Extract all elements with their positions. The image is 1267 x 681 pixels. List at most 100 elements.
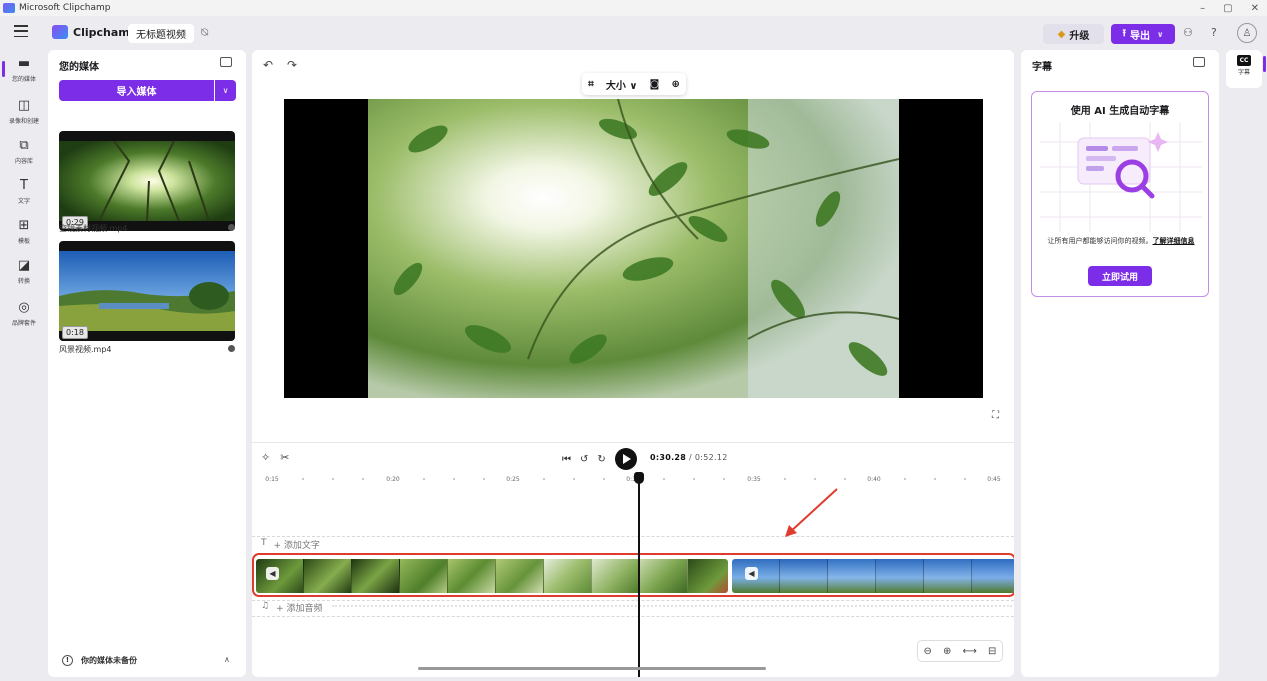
ruler-dot: [814, 478, 816, 480]
export-label: 导出: [1130, 30, 1150, 42]
scissors-icon[interactable]: ✂: [280, 451, 289, 464]
export-button[interactable]: ⭱ 导出 ∨: [1111, 24, 1175, 44]
rail-item-camera[interactable]: ◫ 录像和创建: [0, 98, 48, 125]
captions-panel: 字幕 使用 AI 生成自动字幕 让所有用户都能够访问你的视频。了解详细信息 立即…: [1021, 50, 1219, 677]
landscape-thumbnail: [59, 251, 235, 331]
ruler-tick-label: 0:20: [386, 476, 400, 483]
redo-icon[interactable]: ↷: [287, 58, 297, 72]
video-preview[interactable]: [284, 99, 983, 398]
upgrade-button[interactable]: ◆ 升级: [1043, 24, 1104, 44]
rail-item-library[interactable]: ⧉ 内容库: [0, 138, 48, 165]
video-clip-1[interactable]: [256, 559, 728, 593]
chevron-down-icon: ∨: [1157, 29, 1164, 39]
maximize-button[interactable]: ▢: [1223, 3, 1232, 14]
forward-5s-icon[interactable]: ↻: [597, 454, 605, 465]
media-filename: 风景视频.mp4: [59, 345, 112, 354]
help-icon[interactable]: ?: [1211, 26, 1217, 39]
duration-badge: 0:18: [62, 326, 88, 339]
playhead[interactable]: [638, 474, 640, 677]
ruler-tick-label: 0:25: [506, 476, 520, 483]
zoom-in-icon[interactable]: ⊕: [943, 646, 951, 657]
chevron-up-icon[interactable]: ∧: [224, 655, 230, 664]
add-audio-label: + 添加音频: [276, 604, 323, 614]
transitions-icon: ◪: [17, 258, 31, 273]
backup-text: 你的媒体未备份: [81, 656, 137, 665]
effects-icon[interactable]: ⊕: [672, 79, 680, 90]
audio-track-line: [252, 600, 1014, 601]
undo-icon[interactable]: ↶: [263, 58, 273, 72]
backup-status[interactable]: ! 你的媒体未备份: [62, 655, 137, 666]
forest-sun-thumbnail: [59, 141, 235, 221]
text-icon: T: [261, 538, 267, 548]
close-button[interactable]: ✕: [1251, 3, 1259, 14]
menu-icon[interactable]: [14, 25, 28, 37]
gem-icon: ◆: [1057, 28, 1066, 40]
media-thumbnail-1[interactable]: 0:29: [59, 131, 235, 231]
ai-captions-card: 使用 AI 生成自动字幕 让所有用户都能够访问你的视频。了解详细信息 立即试用: [1031, 91, 1209, 297]
media-thumbnail-2[interactable]: 0:18: [59, 241, 235, 341]
collapse-panel-icon[interactable]: [1193, 57, 1205, 67]
captions-panel-title: 字幕: [1032, 62, 1052, 73]
preview-toolbar: ⌗ 大小 ∨ ◙ ⊕: [582, 73, 686, 95]
ruler-dot: [723, 478, 725, 480]
music-note-icon: ♫: [261, 601, 270, 611]
video-clip-2[interactable]: [732, 559, 1014, 593]
fullscreen-icon[interactable]: ⛶: [992, 410, 999, 421]
captions-rail-item[interactable]: CC 字幕: [1226, 50, 1262, 88]
rail-item-templates[interactable]: ⊞ 模板: [0, 218, 48, 245]
add-audio-row[interactable]: ♫ + 添加音频: [261, 601, 322, 614]
expand-timeline-icon[interactable]: ⊟: [988, 646, 996, 657]
skip-to-start-icon[interactable]: ⏮: [562, 454, 571, 465]
chevron-down-icon[interactable]: ∨: [215, 80, 236, 101]
zoom-out-icon[interactable]: ⊖: [924, 646, 932, 657]
library-icon: ⧉: [19, 138, 29, 153]
clipchamp-logo-icon: [52, 25, 68, 39]
window-titlebar: Microsoft Clipchamp – ▢ ✕: [0, 0, 1267, 16]
volume-icon[interactable]: ◀: [266, 567, 279, 580]
rail-item-folder[interactable]: ▬ 您的媒体: [0, 56, 48, 83]
collapse-panel-icon[interactable]: [220, 57, 232, 67]
folder-icon: ▬: [17, 56, 31, 71]
fit-to-width-icon[interactable]: ⟷: [963, 646, 977, 657]
rail-item-transitions[interactable]: ◪ 转换: [0, 258, 48, 285]
rail-item-brand-kit[interactable]: ◎ 品牌套件: [0, 300, 48, 327]
media-panel-title: 您的媒体: [59, 62, 99, 73]
rail-item-label: 品牌套件: [11, 320, 36, 327]
add-text-row[interactable]: T + 添加文字: [261, 538, 320, 551]
add-text-label: + 添加文字: [273, 541, 320, 551]
ai-captions-title: 使用 AI 生成自动字幕: [1070, 106, 1170, 117]
ruler-dot: [784, 478, 786, 480]
total-time: / 0:52.12: [689, 453, 728, 462]
resize-icon[interactable]: ⌗: [588, 79, 594, 90]
timecode: 0:30.28 / 0:52.12: [650, 453, 728, 462]
background-remove-icon[interactable]: ◙: [650, 79, 660, 90]
timeline-tools: ✧ ✂: [261, 451, 289, 464]
rail-item-label: 文字: [17, 198, 30, 205]
annotation-arrow: [785, 488, 838, 537]
current-time: 0:30.28: [650, 453, 687, 462]
ruler-dot: [844, 478, 846, 480]
upgrade-label: 升级: [1069, 30, 1090, 42]
volume-icon[interactable]: ◀: [745, 567, 758, 580]
text-icon: T: [20, 178, 28, 193]
aspect-ratio-dropdown[interactable]: 大小 ∨: [606, 77, 638, 92]
ruler-tick-label: 0:40: [867, 476, 881, 483]
share-icon[interactable]: ⚇: [1183, 26, 1193, 39]
learn-more-link[interactable]: 了解详细信息: [1153, 237, 1195, 245]
playhead-handle[interactable]: [634, 472, 644, 484]
project-name-field[interactable]: 无标题视频: [128, 24, 194, 43]
import-media-button[interactable]: 导入媒体: [59, 80, 214, 101]
info-icon: !: [62, 655, 73, 666]
play-button[interactable]: [614, 448, 637, 470]
magic-icon[interactable]: ✧: [261, 451, 270, 464]
rail-item-text[interactable]: T 文字: [0, 178, 48, 205]
timeline-scrollbar[interactable]: [418, 667, 766, 670]
try-now-button[interactable]: 立即试用: [1088, 266, 1152, 286]
account-avatar-icon[interactable]: ♙: [1237, 23, 1257, 43]
sync-off-icon[interactable]: ⍉: [201, 25, 208, 40]
left-rail: ▬ 您的媒体 ◫ 录像和创建 ⧉ 内容库 T 文字 ⊞ 模板 ◪ 转换 ◎ 品牌套件: [0, 50, 48, 680]
rewind-5s-icon[interactable]: ↺: [580, 454, 588, 465]
video-track[interactable]: ◀ ◀: [252, 553, 1014, 597]
minimize-button[interactable]: –: [1200, 3, 1205, 14]
zoom-controls: ⊖ ⊕ ⟷ ⊟: [917, 640, 1003, 662]
